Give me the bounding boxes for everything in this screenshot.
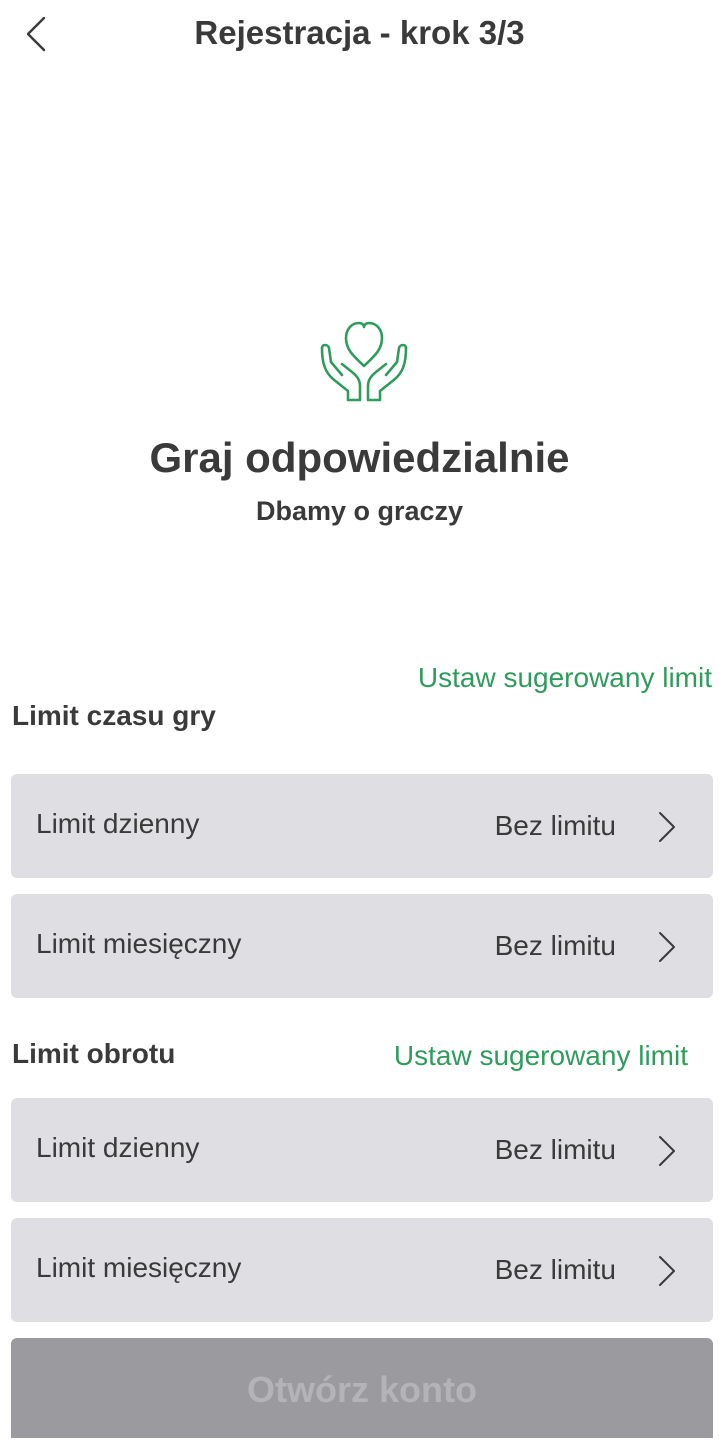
row-label: Limit dzienny [36, 808, 200, 839]
open-account-button[interactable]: Otwórz konto [11, 1338, 713, 1438]
chevron-right-icon [659, 1256, 675, 1286]
hero-title: Graj odpowiedzialnie [149, 434, 570, 481]
row-label: Limit miesięczny [36, 1252, 242, 1283]
row-value: Bez limitu [494, 1254, 616, 1285]
row-value: Bez limitu [494, 930, 616, 961]
suggest-time-limit-link[interactable]: Ustaw sugerowany limit [418, 662, 712, 694]
hero-subtitle: Dbamy o graczy [255, 496, 464, 526]
row-value: Bez limitu [494, 1134, 616, 1165]
section-title-time-limit: Limit czasu gry [12, 700, 216, 731]
turnover-monthly-limit-row[interactable]: Limit miesięczny Bez limitu [11, 1218, 713, 1322]
chevron-right-icon [659, 932, 675, 962]
row-label: Limit dzienny [36, 1132, 200, 1163]
header: Rejestracja - krok 3/3 [0, 0, 719, 72]
page-title: Rejestracja - krok 3/3 [194, 14, 525, 51]
chevron-right-icon [659, 1136, 675, 1166]
turnover-daily-limit-row[interactable]: Limit dzienny Bez limitu [11, 1098, 713, 1202]
row-label: Limit miesięczny [36, 928, 242, 959]
hands-heart-icon [320, 321, 408, 402]
time-monthly-limit-row[interactable]: Limit miesięczny Bez limitu [11, 894, 713, 998]
section-title-turnover-limit: Limit obrotu [12, 1038, 176, 1069]
time-daily-limit-row[interactable]: Limit dzienny Bez limitu [11, 774, 713, 878]
chevron-right-icon [659, 812, 675, 842]
suggest-turnover-limit-link[interactable]: Ustaw sugerowany limit [394, 1040, 688, 1072]
row-value: Bez limitu [494, 810, 616, 841]
